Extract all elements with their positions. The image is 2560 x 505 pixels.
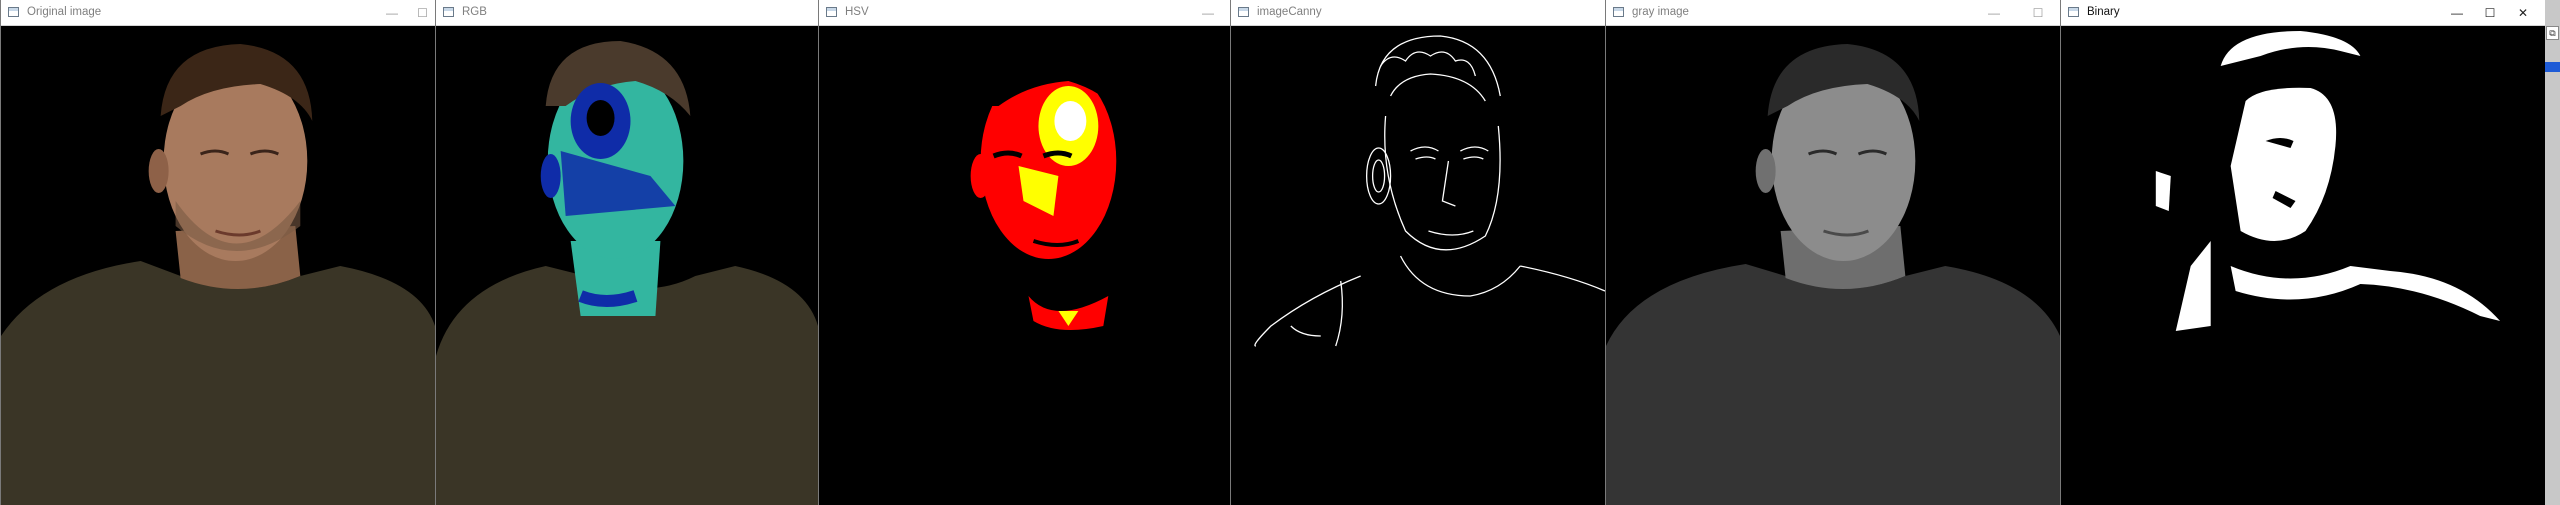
window-image-canny[interactable]: imageCanny: [1230, 0, 1605, 505]
title-bar[interactable]: gray image — ☐: [1606, 0, 2060, 26]
window-gray-image[interactable]: gray image — ☐: [1605, 0, 2060, 505]
canny-image-canvas: [1231, 26, 1605, 505]
original-image-canvas: [1, 26, 435, 505]
window-title: Binary: [2087, 6, 2120, 18]
right-edge-strip: ⧉: [2545, 0, 2560, 505]
title-bar[interactable]: Original image — ☐: [1, 0, 435, 26]
maximize-button[interactable]: ☐: [409, 0, 435, 25]
window-app-icon: [1238, 7, 1249, 17]
gray-image-canvas: [1606, 26, 2060, 505]
taskbar-accent: [2545, 62, 2560, 72]
window-binary[interactable]: Binary — ☐ ✕: [2060, 0, 2545, 505]
window-rgb[interactable]: RGB: [435, 0, 818, 505]
rgb-image-canvas: [436, 26, 818, 505]
title-bar[interactable]: Binary — ☐ ✕: [2061, 0, 2545, 26]
minimize-button[interactable]: —: [1971, 0, 2017, 25]
window-hsv[interactable]: HSV —: [818, 0, 1230, 505]
window-title: HSV: [845, 6, 869, 18]
window-app-icon: [826, 7, 837, 17]
close-button[interactable]: ✕: [2500, 0, 2545, 25]
window-title: RGB: [462, 6, 487, 18]
hsv-image-canvas: [819, 26, 1230, 505]
window-app-icon: [1613, 7, 1624, 17]
window-original-image[interactable]: Original image — ☐: [0, 0, 435, 505]
title-bar[interactable]: RGB: [436, 0, 818, 26]
window-app-icon: [443, 7, 454, 17]
window-title: Original image: [27, 6, 102, 18]
window-app-icon: [2068, 7, 2079, 17]
title-bar[interactable]: HSV —: [819, 0, 1230, 26]
binary-image-canvas: [2061, 26, 2545, 505]
window-title: gray image: [1632, 6, 1689, 18]
window-app-icon: [8, 7, 19, 17]
minimize-button[interactable]: —: [1185, 0, 1230, 25]
maximize-button[interactable]: ☐: [2015, 0, 2060, 25]
title-bar[interactable]: imageCanny: [1231, 0, 1605, 26]
snap-icon[interactable]: ⧉: [2546, 26, 2559, 40]
window-title: imageCanny: [1257, 6, 1322, 18]
